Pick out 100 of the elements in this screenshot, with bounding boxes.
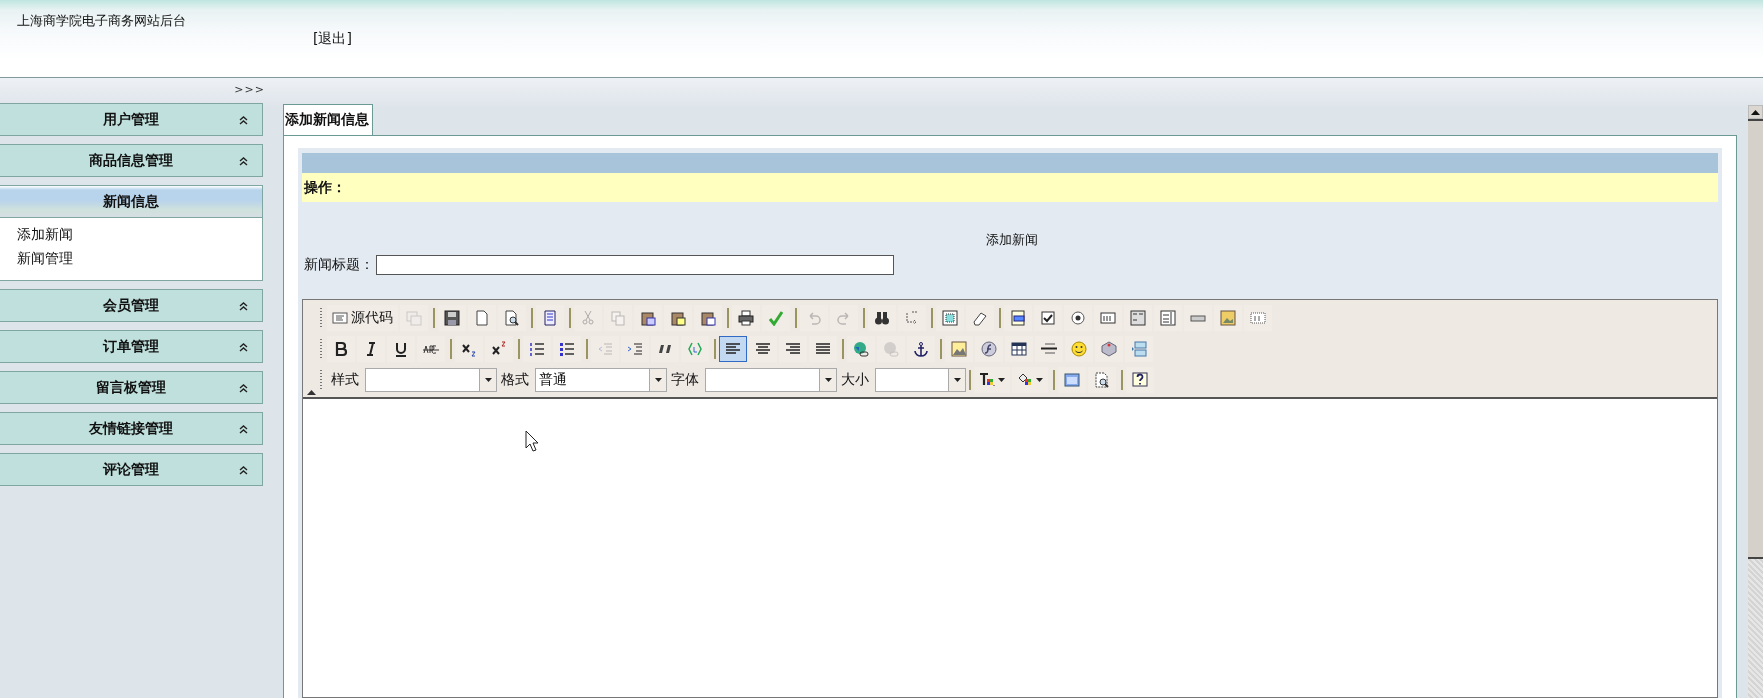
source-icon: [332, 309, 348, 326]
dropdown-label: 样式: [331, 370, 359, 389]
list-box-icon: [1160, 309, 1176, 326]
double-chevron-icon: [239, 466, 248, 475]
radio-button-icon: [1070, 309, 1086, 326]
magnifier-page-icon: [1094, 371, 1110, 388]
superscript-icon: [491, 340, 507, 357]
caret-icon: [1036, 377, 1043, 382]
menu-section-title: 友情链接管理: [89, 419, 173, 438]
anchor-icon: [913, 340, 929, 357]
clipboard-icon: [640, 309, 656, 326]
form-heading: 添加新闻: [985, 231, 1039, 249]
table-icon: [1011, 340, 1027, 357]
double-chevron-icon: [239, 425, 248, 434]
form-icon: [1010, 309, 1026, 326]
div-container-icon: [687, 340, 703, 357]
paint-bucket-icon: [1017, 371, 1033, 388]
caret-icon: [654, 377, 662, 382]
dropdown-field[interactable]: [875, 367, 966, 392]
double-chevron-icon: [239, 384, 248, 393]
caret-icon: [998, 377, 1005, 382]
dropdown-label: 格式: [501, 370, 529, 389]
menu-section-header[interactable]: 订单管理: [0, 330, 263, 363]
printer-icon: [738, 309, 754, 326]
cube-icon: [1101, 340, 1117, 357]
bulleted-list-icon: [559, 340, 575, 357]
operation-label: 操作：: [304, 178, 346, 197]
clipboard-text-icon: [670, 309, 686, 326]
collapse-toolbar-icon[interactable]: [307, 389, 316, 395]
menu-section-title: 评论管理: [103, 460, 159, 479]
underline-icon: [393, 340, 409, 357]
text-area-icon: [1130, 309, 1146, 326]
double-chevron-icon: [239, 343, 248, 352]
text-field-icon: [1100, 309, 1116, 326]
menu-section-title: 订单管理: [103, 337, 159, 356]
documents-icon: [406, 309, 422, 326]
menu-section-title: 留言板管理: [96, 378, 166, 397]
menu-section-header[interactable]: 会员管理: [0, 289, 263, 322]
caret-icon: [824, 377, 832, 382]
bold-icon: [333, 340, 349, 357]
clipboard-document-icon: [700, 309, 716, 326]
copy-icon: [610, 309, 626, 326]
dropdown-field[interactable]: [365, 367, 497, 392]
picture-icon: [951, 340, 967, 357]
question-mark-icon: [1132, 371, 1148, 388]
document-icon: [542, 309, 558, 326]
field-label: 新闻标题：: [304, 256, 374, 274]
indent-icon: [627, 340, 643, 357]
scissors-icon: [580, 309, 596, 326]
page-break-icon: [1131, 340, 1147, 357]
double-chevron-icon: [239, 116, 248, 125]
outdent-icon: [597, 340, 613, 357]
tab[interactable]: 添加新闻信息: [283, 104, 373, 135]
scroll-up-button[interactable]: [1748, 105, 1763, 119]
align-center-icon: [755, 340, 771, 357]
menu-section-header[interactable]: 留言板管理: [0, 371, 263, 404]
align-left-icon: [725, 340, 741, 357]
magnifier-page-icon: [504, 309, 520, 326]
mouse-pointer-icon: [525, 430, 539, 452]
check-mark-icon: [768, 309, 784, 326]
blank-page-icon: [474, 309, 490, 326]
site-title: 上海商学院电子商务网站后台: [17, 12, 186, 30]
align-right-icon: [785, 340, 801, 357]
caret-icon: [484, 377, 492, 382]
sidebar-toggle[interactable]: >>>: [234, 83, 265, 97]
menu-section-title: 用户管理: [103, 110, 159, 129]
dropdown-field[interactable]: 普通: [535, 367, 667, 392]
binoculars-icon: [874, 309, 890, 326]
picture-frame-icon: [1220, 309, 1236, 326]
menu-section-header[interactable]: 用户管理: [0, 103, 263, 136]
selection-grid-icon: [942, 309, 958, 326]
scrollbar-thumb[interactable]: [1748, 119, 1763, 559]
submenu-item[interactable]: 添加新闻: [17, 226, 262, 244]
dropdown-label: 字体: [671, 370, 699, 389]
globe-chain-icon: [883, 340, 899, 357]
menu-section-title: 会员管理: [103, 296, 159, 315]
undo-arrow-icon: [806, 309, 822, 326]
caret-icon: [953, 377, 961, 382]
menu-section-title: 新闻信息: [103, 192, 159, 211]
align-justify-icon: [815, 340, 831, 357]
dotted-text-field-icon: [1250, 309, 1266, 326]
text-color-icon: [979, 371, 995, 388]
menu-section-header[interactable]: 友情链接管理: [0, 412, 263, 445]
horizontal-rule-icon: [1041, 340, 1057, 357]
menu-section-title: 商品信息管理: [89, 151, 173, 170]
double-chevron-icon: [239, 157, 248, 166]
checkbox-icon: [1040, 309, 1056, 326]
window-icon: [1064, 371, 1080, 388]
smiley-face-icon: [1071, 340, 1087, 357]
menu-section-header[interactable]: 商品信息管理: [0, 144, 263, 177]
dropdown-field[interactable]: [705, 367, 837, 392]
redo-arrow-icon: [836, 309, 852, 326]
scroll-up-arrow-icon[interactable]: [1751, 109, 1760, 115]
title-input-field[interactable]: [376, 255, 894, 275]
submenu-item[interactable]: 新闻管理: [17, 250, 262, 268]
numbered-list-icon: [529, 340, 545, 357]
menu-section-header[interactable]: 新闻信息: [0, 185, 263, 218]
globe-chain-icon: [853, 340, 869, 357]
logout-link[interactable]: [退出]: [313, 30, 352, 48]
menu-section-header[interactable]: 评论管理: [0, 453, 263, 486]
